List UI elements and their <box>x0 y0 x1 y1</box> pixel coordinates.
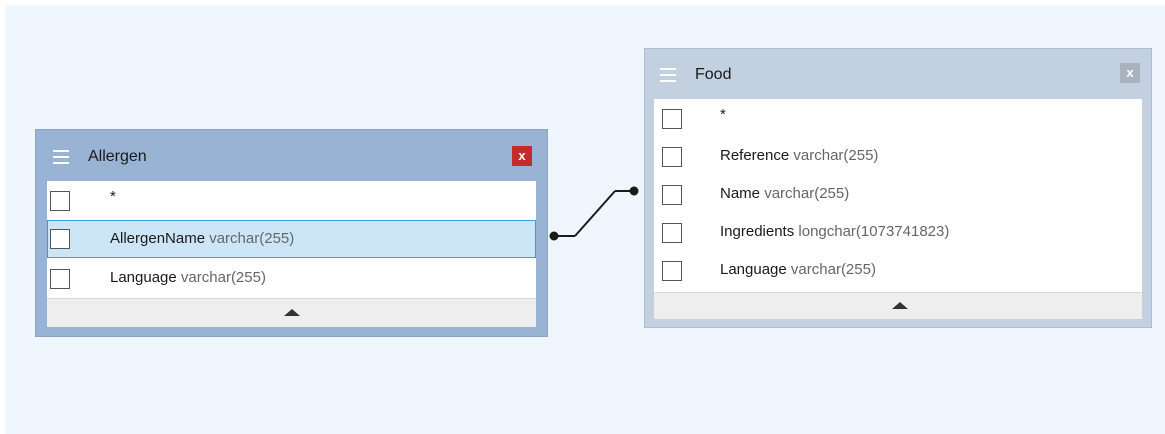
field-checkbox[interactable] <box>662 223 682 243</box>
field-type: varchar(255) <box>180 269 266 286</box>
hamburger-menu-icon[interactable] <box>53 150 69 164</box>
table-food[interactable]: Food x * Reference varchar(255) Name var… <box>644 48 1152 328</box>
field-name: AllergenName <box>110 230 206 247</box>
collapse-up-icon[interactable] <box>892 302 908 309</box>
field-name: Name <box>720 185 761 202</box>
field-type: varchar(255) <box>764 185 850 202</box>
collapse-up-icon[interactable] <box>284 309 300 316</box>
field-checkbox[interactable] <box>662 109 682 129</box>
field-type: longchar(1073741823) <box>798 223 950 240</box>
field-type: varchar(255) <box>209 230 295 247</box>
field-row[interactable]: AllergenName varchar(255) <box>47 220 536 258</box>
close-icon[interactable]: x <box>512 146 532 166</box>
field-name: Ingredients <box>720 223 795 240</box>
field-type: varchar(255) <box>790 261 876 278</box>
table-footer[interactable] <box>654 292 1142 319</box>
connector-segment-diagonal <box>574 190 616 237</box>
field-row[interactable]: * <box>47 181 536 219</box>
field-list: * Reference varchar(255) Name varchar(25… <box>654 99 1142 292</box>
field-row[interactable]: Reference varchar(255) <box>654 137 1142 175</box>
field-row[interactable]: Name varchar(255) <box>654 175 1142 213</box>
field-row[interactable]: Language varchar(255) <box>654 251 1142 289</box>
field-checkbox[interactable] <box>50 269 70 289</box>
field-checkbox[interactable] <box>662 185 682 205</box>
table-title-bar[interactable]: Food x <box>645 49 1151 99</box>
field-row[interactable]: Language varchar(255) <box>47 259 536 297</box>
field-checkbox[interactable] <box>662 147 682 167</box>
field-name: Language <box>110 269 177 286</box>
field-checkbox[interactable] <box>50 191 70 211</box>
table-allergen[interactable]: Allergen x * AllergenName varchar(255) L… <box>35 129 548 337</box>
field-type: varchar(255) <box>793 147 879 164</box>
table-title-bar[interactable]: Allergen x <box>36 130 547 181</box>
field-checkbox[interactable] <box>662 261 682 281</box>
hamburger-menu-icon[interactable] <box>660 68 676 82</box>
field-name: * <box>110 188 116 205</box>
connector-end-food <box>629 186 639 196</box>
table-footer[interactable] <box>47 298 536 327</box>
field-checkbox[interactable] <box>50 229 70 249</box>
field-name: * <box>720 106 726 123</box>
field-row[interactable]: * <box>654 99 1142 137</box>
close-icon[interactable]: x <box>1120 63 1140 83</box>
table-title: Allergen <box>88 148 147 165</box>
table-title: Food <box>695 66 732 83</box>
field-name: Language <box>720 261 787 278</box>
field-row[interactable]: Ingredients longchar(1073741823) <box>654 213 1142 251</box>
field-name: Reference <box>720 147 790 164</box>
field-list: * AllergenName varchar(255) Language var… <box>47 181 536 298</box>
